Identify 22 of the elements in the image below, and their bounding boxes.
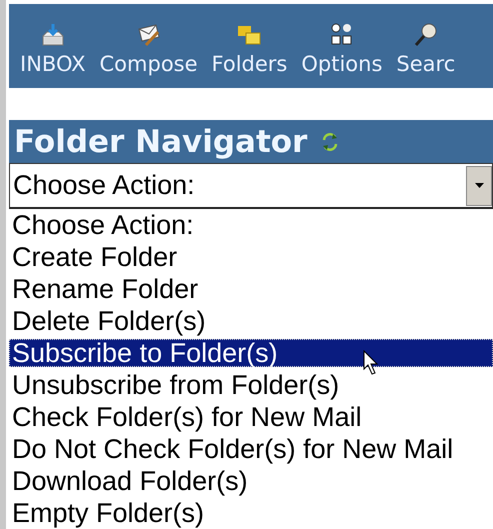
search-icon bbox=[412, 22, 439, 48]
dropdown-option[interactable]: Choose Action: bbox=[9, 209, 493, 241]
dropdown-option[interactable]: Unsubscribe from Folder(s) bbox=[9, 369, 493, 401]
inbox-tray-icon bbox=[40, 22, 66, 48]
dropdown-option[interactable]: Create Folder bbox=[9, 241, 493, 273]
dropdown-option[interactable]: Download Folder(s) bbox=[9, 465, 493, 497]
panel-title: Folder Navigator bbox=[14, 124, 308, 160]
dropdown-option[interactable]: Subscribe to Folder(s) bbox=[9, 339, 493, 367]
toolbar-button[interactable]: Compose bbox=[100, 12, 198, 88]
toolbar-button[interactable]: Folders bbox=[212, 12, 288, 88]
dropdown-option[interactable]: Do Not Check Folder(s) for New Mail bbox=[9, 433, 493, 465]
dropdown-option[interactable]: Empty Folder(s) bbox=[9, 497, 493, 529]
dropdown-option[interactable]: Check Folder(s) for New Mail bbox=[9, 401, 493, 433]
mouse-cursor-icon bbox=[363, 350, 381, 376]
action-dropdown[interactable]: Choose Action: bbox=[9, 163, 493, 209]
envelope-pencil-icon bbox=[136, 22, 162, 48]
dropdown-option[interactable]: Rename Folder bbox=[9, 273, 493, 305]
dropdown-option[interactable]: Delete Folder(s) bbox=[9, 305, 493, 337]
toolbar-button[interactable]: Searc bbox=[396, 12, 456, 88]
toolbar-button[interactable]: Options bbox=[301, 12, 382, 88]
toolbar-button[interactable]: INBOX bbox=[20, 12, 86, 88]
refresh-icon[interactable] bbox=[321, 132, 340, 152]
